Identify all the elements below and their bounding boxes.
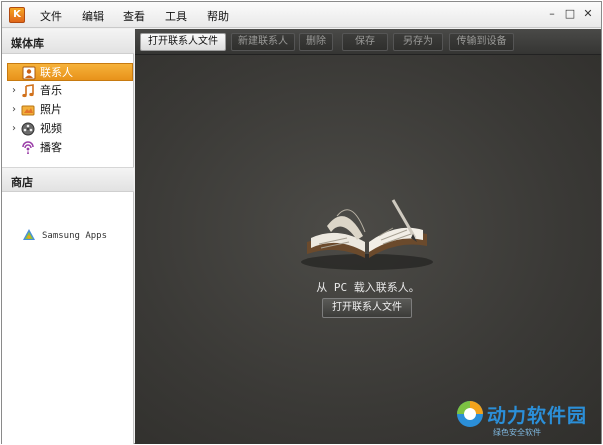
chevron-right-icon[interactable]: › <box>12 82 16 100</box>
save-as-button[interactable]: 另存为 <box>393 33 443 51</box>
toolbar: 打开联系人文件 新建联系人 删除 保存 另存为 传输到设备 <box>135 29 601 55</box>
chevron-right-icon[interactable]: › <box>12 101 16 119</box>
media-library-header: 媒体库 <box>2 29 134 54</box>
maximize-icon[interactable]: □ <box>563 7 577 21</box>
menu-bar: K 文件 编辑 查看 工具 帮助 – □ ✕ <box>2 2 601 28</box>
watermark-subtext: 绿色安全软件 <box>493 428 541 437</box>
open-contacts-file-button[interactable]: 打开联系人文件 <box>140 33 226 51</box>
sidebar-item-label: 视频 <box>40 122 62 135</box>
music-note-icon <box>22 84 34 98</box>
sidebar-item-label: 播客 <box>40 141 62 154</box>
sidebar-item-music[interactable]: › 音乐 <box>7 82 133 100</box>
sidebar-item-label: 音乐 <box>40 84 62 97</box>
sidebar-item-photos[interactable]: › 照片 <box>7 101 133 119</box>
sidebar-item-label: 联系人 <box>40 66 73 79</box>
menu-file[interactable]: 文件 <box>40 8 62 24</box>
transfer-to-device-button[interactable]: 传输到设备 <box>449 33 514 51</box>
podcast-icon <box>22 141 34 154</box>
app-window: K 文件 编辑 查看 工具 帮助 – □ ✕ 媒体库 联系人 › 音乐 › 照片… <box>1 1 602 444</box>
menu-edit[interactable]: 编辑 <box>82 8 104 24</box>
open-book-icon <box>301 199 433 270</box>
open-contacts-file-main-button[interactable]: 打开联系人文件 <box>322 298 412 318</box>
sidebar-item-contacts[interactable]: 联系人 <box>7 63 133 81</box>
sidebar-item-samsung-apps[interactable]: Samsung Apps <box>22 227 132 245</box>
chevron-right-icon[interactable]: › <box>12 120 16 138</box>
store-header: 商店 <box>2 167 134 192</box>
close-icon[interactable]: ✕ <box>581 7 595 21</box>
menu-tools[interactable]: 工具 <box>165 8 187 24</box>
sidebar-item-podcasts[interactable]: 播客 <box>7 139 133 157</box>
new-contact-button[interactable]: 新建联系人 <box>231 33 295 51</box>
main-content: 从 PC 载入联系人。 打开联系人文件 动力软件园 绿色安全软件 <box>135 55 601 444</box>
minimize-icon[interactable]: – <box>545 7 559 21</box>
sidebar-item-label: 照片 <box>40 103 62 116</box>
sidebar: 媒体库 联系人 › 音乐 › 照片 › 视频 播客 商店 Samsung App… <box>2 29 134 444</box>
store-item-label: Samsung Apps <box>42 231 108 241</box>
menu-view[interactable]: 查看 <box>123 8 145 24</box>
app-logo-icon: K <box>9 7 25 23</box>
load-contacts-text: 从 PC 载入联系人。 <box>316 281 420 294</box>
photo-folder-icon <box>21 105 35 116</box>
contact-card-icon <box>22 66 36 80</box>
watermark-text: 动力软件园 <box>487 405 588 427</box>
samsung-apps-icon <box>23 229 35 240</box>
sidebar-item-videos[interactable]: › 视频 <box>7 120 133 138</box>
watermark-logo-icon <box>457 401 483 427</box>
menu-help[interactable]: 帮助 <box>207 8 229 24</box>
watermark: 动力软件园 绿色安全软件 <box>453 397 601 443</box>
delete-button[interactable]: 删除 <box>299 33 333 51</box>
film-reel-icon <box>21 122 35 136</box>
save-button[interactable]: 保存 <box>342 33 388 51</box>
